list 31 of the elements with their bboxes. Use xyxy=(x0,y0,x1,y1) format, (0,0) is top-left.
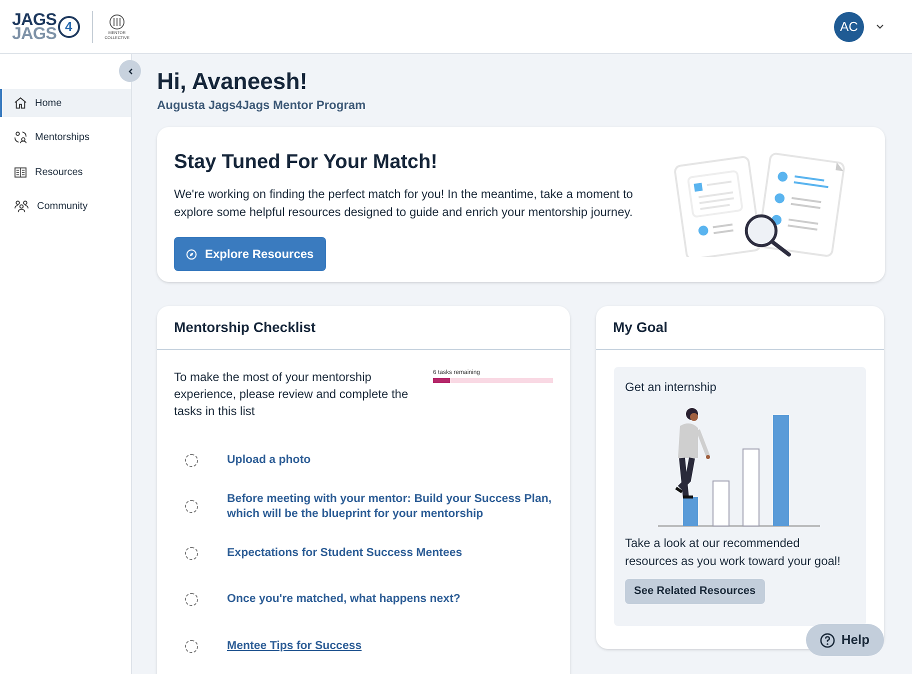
sidebar-item[interactable]: Home xyxy=(0,89,131,117)
help-icon xyxy=(820,632,836,648)
greeting-title: Hi, Avaneesh! xyxy=(157,67,308,95)
task-link[interactable]: Upload a photo xyxy=(227,452,311,468)
checklist-intro: To make the most of your mentorship experience, please review and complete the tasks in this list xyxy=(174,369,410,420)
explore-resources-button[interactable]: Explore Resources xyxy=(174,237,326,271)
card-title: My Goal xyxy=(612,318,668,337)
user-avatar[interactable]: AC xyxy=(834,12,864,42)
group-icon xyxy=(14,200,29,213)
chevron-down-icon[interactable] xyxy=(876,24,884,29)
book-icon xyxy=(14,166,27,178)
sidebar-item[interactable]: Resources xyxy=(0,158,131,186)
task-link[interactable]: Once you're matched, what happens next? xyxy=(227,592,460,608)
sidebar-item[interactable]: Mentorships xyxy=(0,124,131,152)
goal-name: Get an internship xyxy=(625,379,718,396)
task-link[interactable]: Expectations for Student Success Mentees xyxy=(227,546,462,561)
chevron-left-icon xyxy=(128,68,132,74)
program-name: Augusta Jags4Jags Mentor Program xyxy=(157,97,367,114)
see-related-resources-button[interactable]: See Related Resources xyxy=(625,579,765,604)
task-link[interactable]: Mentee Tips for Success xyxy=(227,638,362,654)
card-title: Stay Tuned For Your Match! xyxy=(174,150,438,175)
home-icon xyxy=(14,97,27,109)
goal-description: Take a look at our recommended resources as you work toward your goal! xyxy=(625,535,842,570)
task-link[interactable]: Before meeting with your mentor: Build your Success Plan, which will be the blueprint for your mentorship xyxy=(227,492,562,522)
help-button[interactable]: Help xyxy=(806,624,884,656)
card-description: We're working on finding the perfect match for you! In the meantime, take a moment to explore some helpful resources designed to guide and enrich your mentorship journey. xyxy=(174,186,634,221)
compass-icon xyxy=(186,248,197,260)
sidebar-item[interactable]: Community xyxy=(0,192,131,220)
card-title: Mentorship Checklist xyxy=(173,318,317,337)
collapse-sidebar-button[interactable] xyxy=(119,60,141,82)
people-exchange-icon xyxy=(14,131,27,144)
